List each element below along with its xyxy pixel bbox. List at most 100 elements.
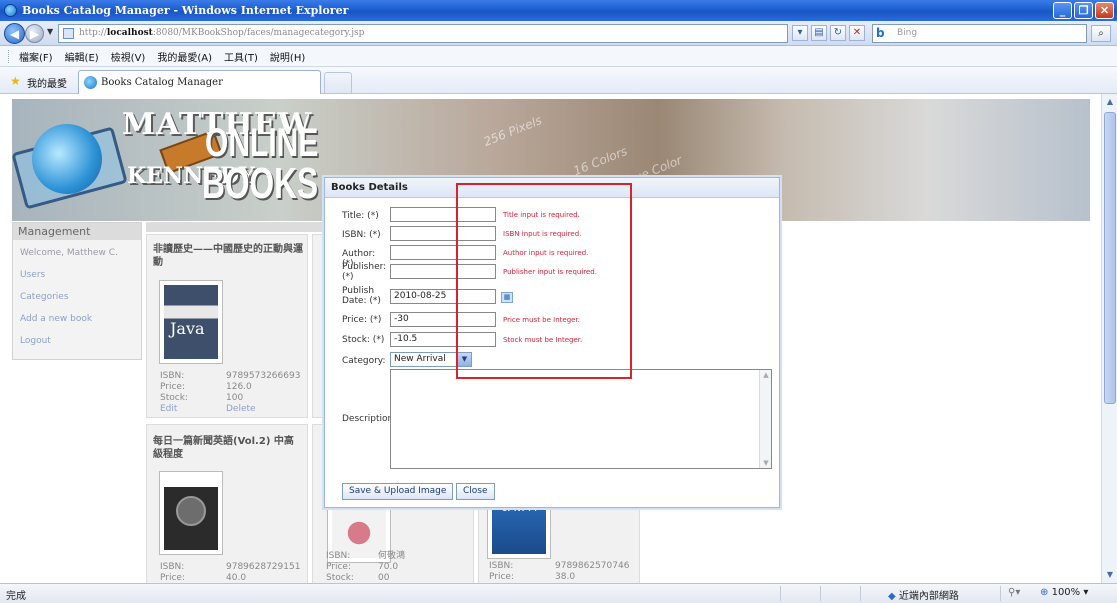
delete-link[interactable]: Delete — [226, 404, 256, 414]
calendar-icon[interactable]: ▦ — [501, 292, 513, 303]
scroll-down-icon[interactable]: ▼ — [1102, 567, 1117, 583]
stock-label: Stock: (*) — [342, 335, 385, 345]
close-dialog-button[interactable]: Close — [456, 483, 495, 500]
stock-input[interactable]: -10.5 — [390, 332, 496, 347]
publish-date-input[interactable]: 2010-08-25 — [390, 289, 496, 304]
menu-edit[interactable]: 編輯(E) — [65, 49, 99, 64]
stock-label: Stock: — [160, 393, 188, 403]
banner-watermark: 256 Pixels — [481, 113, 544, 149]
stop-icon[interactable]: ✕ — [849, 25, 865, 41]
url-host: localhost — [106, 28, 153, 38]
sidebar-item-logout[interactable]: Logout — [13, 330, 141, 352]
sidebar-item-categories[interactable]: Categories — [13, 286, 141, 308]
book-card: 每日一篇新聞英語(Vol.2) 中高級程度 ISBN: 9789628729151… — [146, 424, 308, 583]
scroll-thumb[interactable] — [1104, 112, 1116, 404]
price-label: Price: — [160, 382, 185, 392]
close-window-button[interactable]: ✕ — [1095, 2, 1114, 19]
cover-text: Java — [170, 319, 205, 338]
price-label: Price: — [160, 573, 185, 583]
isbn-label: ISBN: — [160, 371, 185, 381]
menu-favorites[interactable]: 我的最愛(A) — [157, 49, 212, 64]
security-zone[interactable]: ◆ 近端內部網路 — [888, 587, 959, 602]
compatibility-icon[interactable]: ▤ — [811, 25, 827, 41]
search-icon[interactable]: ⌕ — [1091, 25, 1111, 42]
brand-books: BOOKS — [202, 159, 319, 208]
ie-icon — [4, 4, 17, 17]
menu-tools[interactable]: 工具(T) — [224, 49, 258, 64]
book-card: 非讀歷史——中國歷史的正動與運動 Java ISBN: 9789573266693… — [146, 234, 308, 418]
price-input[interactable]: -30 — [390, 312, 496, 327]
book-meta: ISBN: 9789628729151 Price: 40.0 — [160, 562, 300, 583]
isbn-value: 何敬鴻 — [378, 551, 406, 561]
address-input[interactable]: http://localhost:8080/MKBookShop/faces/m… — [58, 24, 788, 43]
zoom-level: 100% — [1051, 587, 1081, 598]
book-meta: ISBN: 何敬鴻 Price: 70.0 Stock: 00 — [326, 551, 405, 583]
management-sidebar: Management Welcome, Matthew C. Users Cat… — [12, 222, 142, 360]
favorites-star-icon[interactable]: ★ — [10, 74, 21, 88]
network-icon: ◆ — [888, 591, 896, 602]
sidebar-item-users[interactable]: Users — [13, 264, 141, 286]
isbn-label: ISBN: — [489, 561, 514, 571]
back-button[interactable]: ◀ — [4, 23, 25, 44]
new-tab-button[interactable] — [324, 72, 352, 93]
cover-graphic — [176, 496, 206, 526]
banner-watermark: 16 Colors — [571, 143, 630, 179]
author-input[interactable] — [390, 245, 496, 260]
window-titlebar: Books Catalog Manager - Windows Internet… — [0, 0, 1117, 21]
textarea-scroll-up-icon[interactable]: ▲ — [761, 371, 771, 379]
maximize-button[interactable]: ❐ — [1074, 2, 1093, 19]
zoom-dropdown-icon[interactable]: ▾ — [1083, 587, 1088, 598]
search-placeholder: Bing — [897, 28, 918, 38]
price-value: 38.0 — [555, 572, 576, 582]
price-label: Price: (*) — [342, 315, 382, 325]
title-input[interactable] — [390, 207, 496, 222]
chevron-down-icon[interactable]: ▼ — [458, 353, 471, 366]
minimize-button[interactable]: _ — [1053, 2, 1072, 19]
author-error: Author input is required. — [503, 249, 589, 257]
address-dropdown-icon[interactable]: ▾ — [792, 25, 808, 41]
protected-mode-icon[interactable]: ⚲▾ — [1008, 587, 1020, 598]
category-select[interactable]: New Arrival ▼ — [390, 352, 472, 367]
isbn-label: ISBN: — [326, 551, 351, 561]
isbn-input[interactable] — [390, 226, 496, 241]
stock-error: Stock must be Integer. — [503, 336, 583, 344]
forward-button[interactable]: ▶ — [25, 24, 44, 43]
refresh-icon[interactable]: ↻ — [830, 25, 846, 41]
textarea-scrollbar[interactable]: ▲ ▼ — [759, 370, 771, 468]
tab-books-catalog[interactable]: Books Catalog Manager — [78, 70, 321, 94]
publisher-error: Publisher input is required. — [503, 268, 597, 276]
favorites-button[interactable]: 我的最愛 — [27, 75, 67, 90]
history-dropdown-icon[interactable]: ▼ — [47, 27, 53, 36]
description-textarea[interactable]: ▲ ▼ — [390, 369, 772, 469]
book-meta: ISBN: 9789862570746 Price: 38.0 — [489, 561, 629, 583]
stock-value: 100 — [226, 393, 244, 403]
url-path: :8080/MKBookShop/faces/managecategory.js… — [152, 28, 365, 38]
title-label: Title: (*) — [342, 211, 379, 221]
isbn-value: 9789862570746 — [555, 561, 630, 571]
zoom-control[interactable]: ⊕ 100% ▾ — [1040, 587, 1088, 598]
window-controls: _ ❐ ✕ — [1053, 2, 1114, 19]
status-text: 完成 — [6, 591, 26, 602]
publisher-label: Publisher: (*) — [342, 262, 387, 282]
search-input[interactable]: b Bing — [872, 24, 1087, 43]
menu-view[interactable]: 檢視(V) — [111, 49, 146, 64]
edit-link[interactable]: Edit — [160, 404, 226, 415]
favorites-bar: ★ 我的最愛 Books Catalog Manager — [0, 67, 1117, 94]
sidebar-item-add-book[interactable]: Add a new book — [13, 308, 141, 330]
textarea-scroll-down-icon[interactable]: ▼ — [761, 459, 771, 467]
book-cover[interactable] — [159, 471, 223, 555]
save-upload-button[interactable]: Save & Upload Image — [342, 483, 454, 500]
scroll-up-icon[interactable]: ▲ — [1102, 94, 1117, 110]
menu-file[interactable]: 檔案(F) — [19, 49, 53, 64]
page-scrollbar[interactable]: ▲ ▼ — [1101, 94, 1117, 583]
ie-tab-icon — [84, 76, 97, 89]
publisher-input[interactable] — [390, 264, 496, 279]
book-card — [312, 234, 324, 418]
book-cover[interactable]: Java — [159, 280, 223, 364]
description-label: Description: — [342, 414, 397, 424]
url-prefix: http:// — [79, 28, 107, 38]
isbn-label: ISBN: — [160, 562, 185, 572]
menu-help[interactable]: 說明(H) — [270, 49, 305, 64]
isbn-value: 9789628729151 — [226, 562, 301, 572]
price-error: Price must be Integer. — [503, 316, 580, 324]
